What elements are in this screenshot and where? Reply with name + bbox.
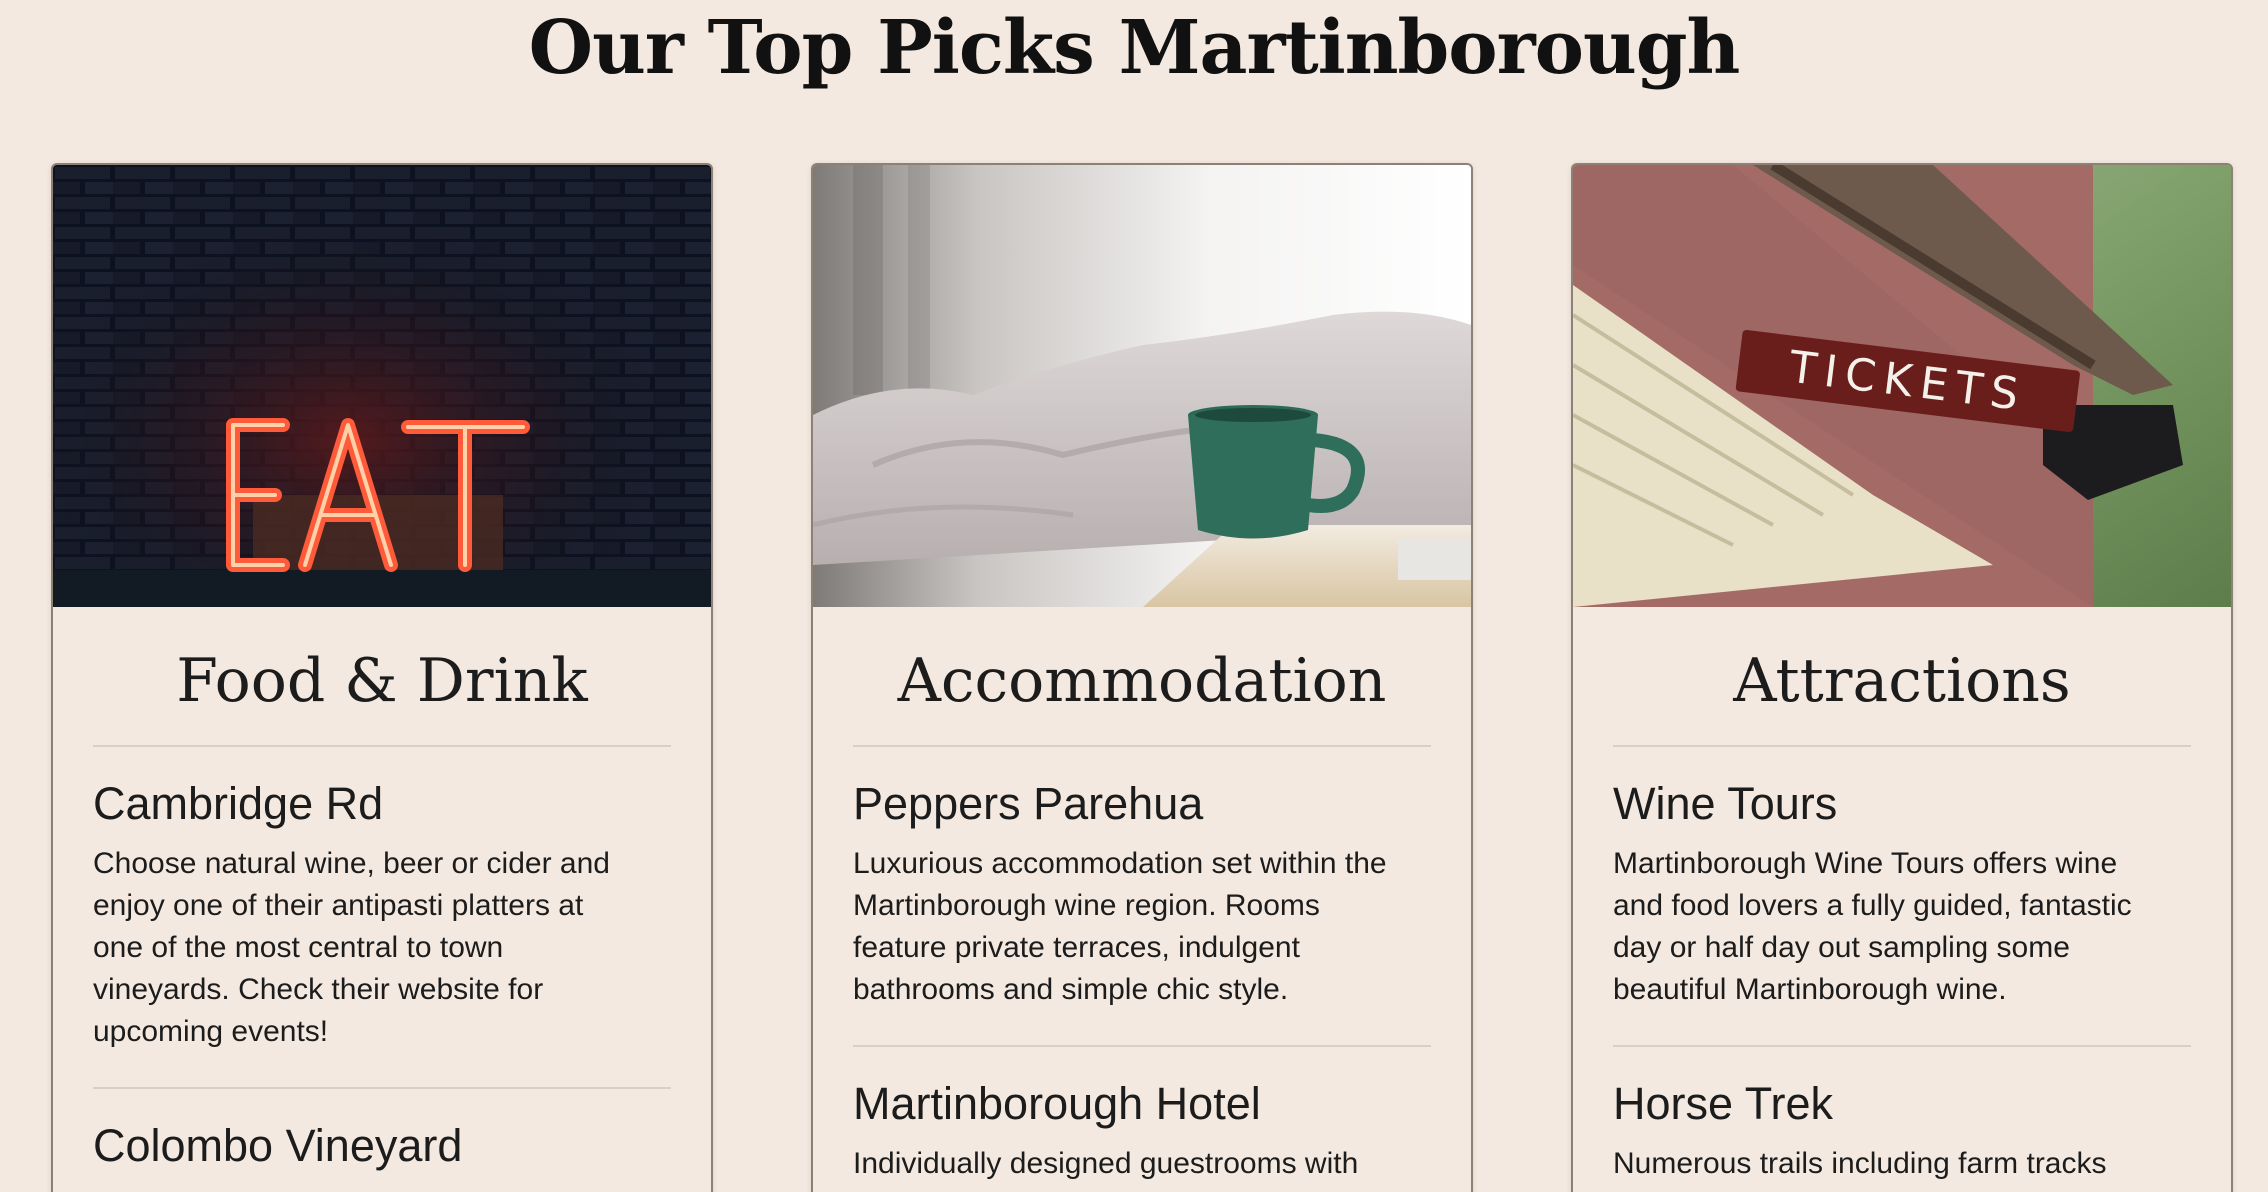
card-heading: Accommodation bbox=[897, 646, 1387, 716]
item-title-cambridge-rd[interactable]: Cambridge Rd bbox=[93, 775, 673, 833]
tickets-sign-image: TICKETS bbox=[1573, 165, 2231, 607]
item-description: Numerous trails including farm tracks bbox=[1613, 1147, 2107, 1180]
divider bbox=[853, 1045, 1431, 1047]
divider bbox=[1613, 745, 2191, 747]
divider bbox=[93, 745, 671, 747]
page-title: Our Top Picks Martinborough bbox=[528, 5, 1741, 91]
bed-and-coffee-mug-image bbox=[813, 165, 1471, 607]
item-title-wine-tours[interactable]: Wine Tours bbox=[1613, 775, 2193, 833]
item-description: Luxurious accommodation set within the M… bbox=[853, 847, 1387, 1006]
card-attractions[interactable]: TICKETS Attractions Wine Tours Martinbor… bbox=[1571, 163, 2233, 1192]
item-title-martinborough-hotel[interactable]: Martinborough Hotel bbox=[853, 1075, 1433, 1133]
item-description: Individually designed guestrooms with bbox=[853, 1147, 1359, 1180]
divider bbox=[93, 1087, 671, 1089]
card-food-drink[interactable]: Food & Drink Cambridge Rd Choose natural… bbox=[51, 163, 713, 1192]
item-title-peppers-parehua[interactable]: Peppers Parehua bbox=[853, 775, 1433, 833]
card-accommodation[interactable]: Accommodation Peppers Parehua Luxurious … bbox=[811, 163, 1473, 1192]
item-title-colombo-vineyard[interactable]: Colombo Vineyard bbox=[93, 1117, 673, 1175]
item-description: Martinborough Wine Tours offers wine and… bbox=[1613, 847, 2132, 1006]
divider bbox=[853, 745, 1431, 747]
card-heading: Attractions bbox=[1733, 646, 2071, 716]
eat-neon-sign-image bbox=[53, 165, 711, 607]
item-title-horse-trek[interactable]: Horse Trek bbox=[1613, 1075, 2193, 1133]
divider bbox=[1613, 1045, 2191, 1047]
card-heading: Food & Drink bbox=[176, 646, 588, 716]
item-description: Choose natural wine, beer or cider and e… bbox=[93, 847, 610, 1048]
